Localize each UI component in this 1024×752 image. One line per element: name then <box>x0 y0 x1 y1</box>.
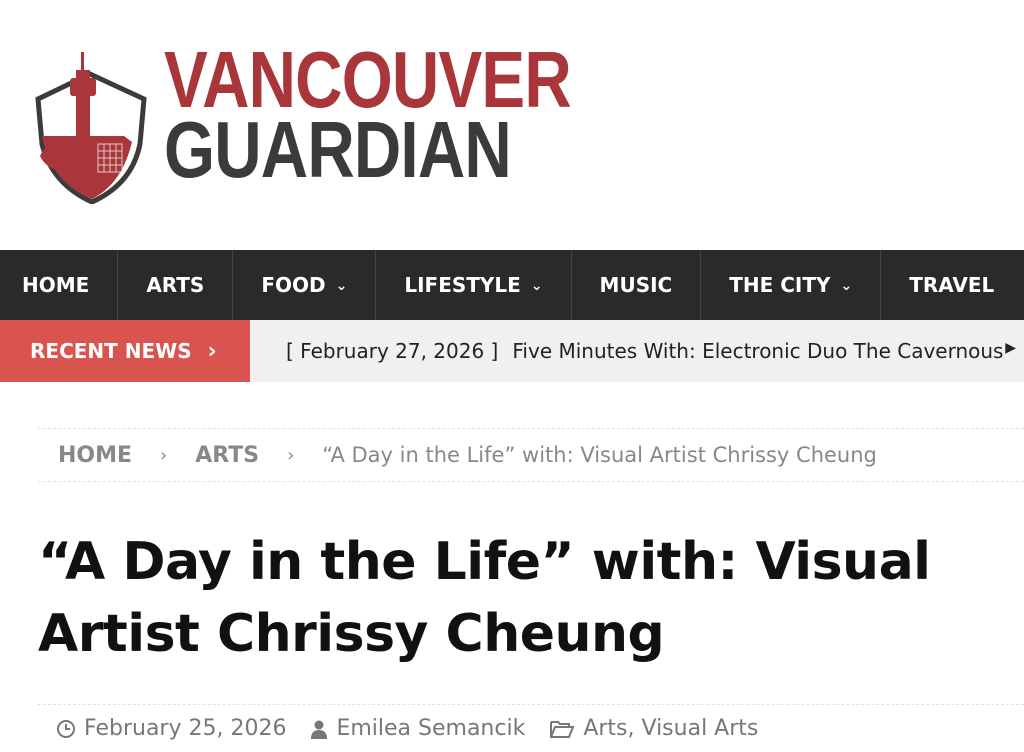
chevron-down-icon: ⌄ <box>840 278 853 294</box>
nav-item-home[interactable]: HOME <box>0 250 119 320</box>
folder-open-icon <box>549 719 575 739</box>
chevron-down-icon: ⌄ <box>335 278 348 294</box>
nav-item-travel[interactable]: TRAVEL <box>881 250 1022 320</box>
nav-item-lifestyle[interactable]: LIFESTYLE ⌄ <box>376 250 572 320</box>
user-icon <box>310 719 328 739</box>
nav-label: HOME <box>22 273 90 297</box>
logo-wordmark: VANCOUVER GUARDIAN <box>164 40 572 194</box>
chevron-down-icon: ⌄ <box>530 278 543 294</box>
nav-label: LIFESTYLE <box>404 273 521 297</box>
breadcrumb-separator-icon: › <box>160 444 168 466</box>
breadcrumb-separator-icon: › <box>287 444 295 466</box>
nav-label: ARTS <box>146 273 205 297</box>
article-meta: February 25, 2026 Emilea Semancik Arts, … <box>38 704 1024 752</box>
nav-label: THE CITY <box>729 273 831 297</box>
ticker-date: [ February 27, 2026 ] <box>286 339 499 363</box>
nav-item-food[interactable]: FOOD ⌄ <box>233 250 377 320</box>
clock-icon <box>56 719 76 739</box>
logo-emblem-icon <box>35 52 147 204</box>
nav-label: FOOD <box>261 273 326 297</box>
breadcrumb-current: “A Day in the Life” with: Visual Artist … <box>322 443 877 467</box>
article-categories-links[interactable]: Arts, Visual Arts <box>583 716 758 741</box>
recent-news-ticker: RECENT NEWS › [ February 27, 2026 ] Five… <box>0 320 1024 382</box>
chevron-right-icon: › <box>207 338 217 364</box>
site-header: VANCOUVER GUARDIAN <box>0 0 1024 250</box>
breadcrumb-home-link[interactable]: HOME <box>58 443 132 468</box>
nav-item-the-city[interactable]: THE CITY ⌄ <box>701 250 882 320</box>
article-title: “A Day in the Life” with: Visual Artist … <box>38 532 931 664</box>
breadcrumb: HOME › ARTS › “A Day in the Life” with: … <box>38 428 1024 482</box>
ticker-next-arrow-icon[interactable]: ▶ <box>1005 340 1016 356</box>
recent-news-label: RECENT NEWS › <box>0 320 250 382</box>
nav-item-arts[interactable]: ARTS <box>118 250 234 320</box>
nav-label: TRAVEL <box>909 273 995 297</box>
recent-news-text: RECENT NEWS <box>30 339 192 363</box>
nav-label: MUSIC <box>599 273 673 297</box>
main-navigation: HOME ARTS FOOD ⌄ LIFESTYLE ⌄ MUSIC THE CIT… <box>0 250 1024 320</box>
article-author-link[interactable]: Emilea Semancik <box>336 716 525 741</box>
nav-item-music[interactable]: MUSIC <box>572 250 702 320</box>
ticker-headline-link[interactable]: Five Minutes With: Electronic Duo The Ca… <box>512 339 1003 363</box>
article-date: February 25, 2026 <box>84 716 287 741</box>
breadcrumb-arts-link[interactable]: ARTS <box>195 443 259 468</box>
site-logo[interactable]: VANCOUVER GUARDIAN <box>32 40 660 204</box>
logo-line-guardian: GUARDIAN <box>164 105 512 194</box>
